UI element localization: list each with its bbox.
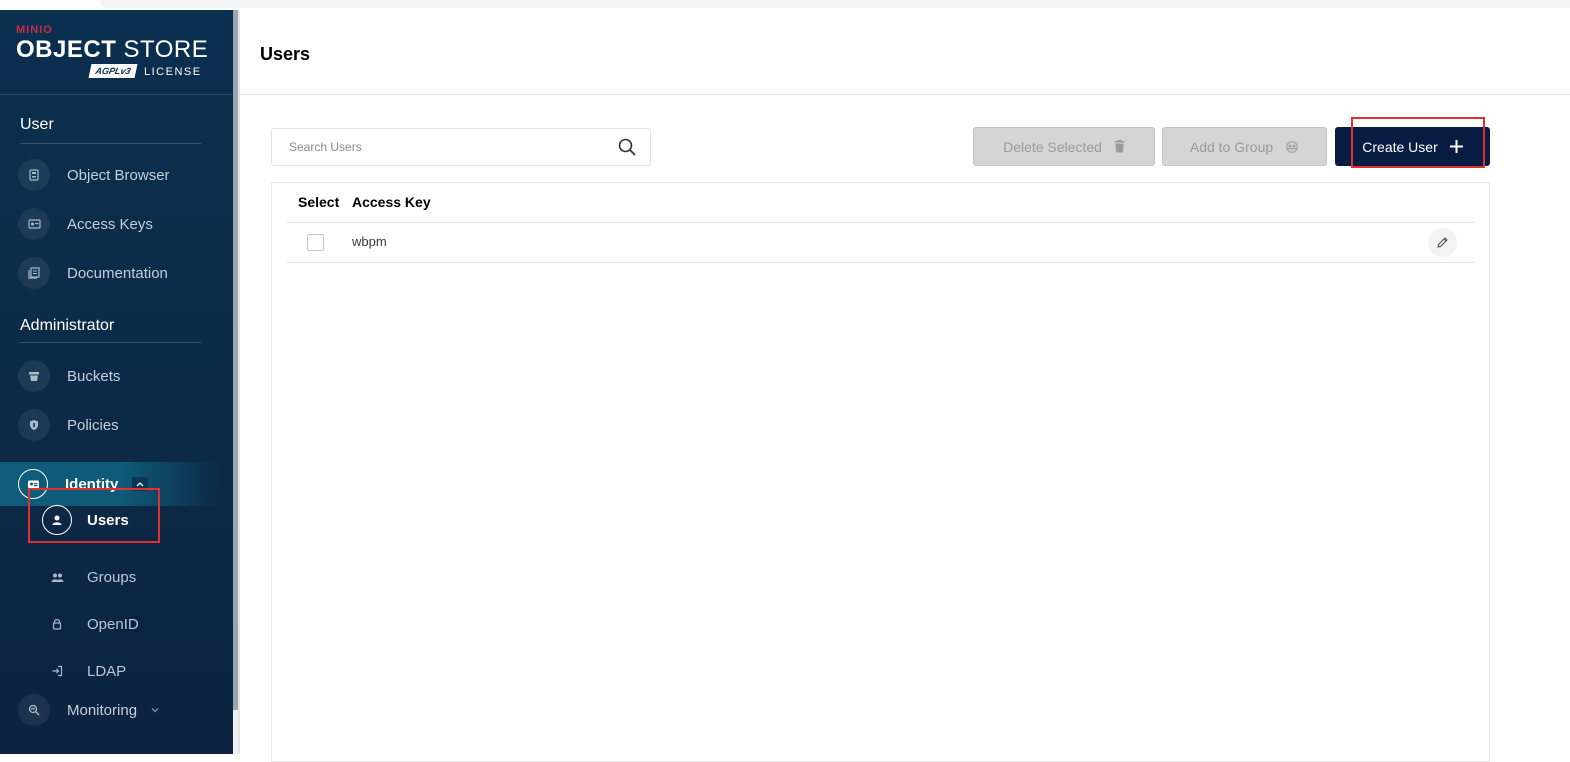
search-icon[interactable] xyxy=(618,138,636,156)
sidebar-item-label: Monitoring xyxy=(67,701,138,719)
sidebar-item-buckets[interactable]: Buckets xyxy=(18,359,218,393)
sidebar-subitem-label: OpenID xyxy=(87,615,139,633)
column-header-select[interactable]: Select xyxy=(298,194,339,210)
page-title: Users xyxy=(260,44,311,64)
divider xyxy=(20,342,201,343)
license-badge: AGPLv3 xyxy=(88,64,138,78)
pencil-icon xyxy=(1437,237,1448,248)
license-text: LICENSE xyxy=(144,66,202,78)
access-keys-icon xyxy=(18,208,50,240)
sidebar-item-object-browser[interactable]: Object Browser xyxy=(18,158,218,192)
sidebar-item-policies[interactable]: Policies xyxy=(18,408,218,442)
column-header-access-key[interactable]: Access Key xyxy=(352,194,431,210)
sidebar-subitem-label: Groups xyxy=(87,568,137,586)
sidebar-subitem-ldap[interactable]: LDAP xyxy=(42,656,222,686)
sidebar-item-label: Access Keys xyxy=(67,215,153,233)
search-input[interactable] xyxy=(272,129,612,165)
sidebar-item-label: Buckets xyxy=(67,367,121,385)
sidebar-item-label: Object Browser xyxy=(67,166,170,184)
sidebar-item-monitoring[interactable]: Monitoring xyxy=(18,693,218,727)
app-logo[interactable]: MINIO OBJECT STORE AGPLv3 LICENSE xyxy=(16,24,216,84)
add-to-group-label: Add to Group xyxy=(1189,138,1274,155)
login-icon xyxy=(42,656,72,686)
lock-icon xyxy=(42,609,72,639)
sidebar-item-documentation[interactable]: Documentation xyxy=(18,256,218,290)
users-table xyxy=(271,182,1490,762)
search-box xyxy=(271,128,651,166)
delete-selected-button[interactable]: Delete Selected xyxy=(973,127,1155,166)
groups-icon xyxy=(1285,140,1299,153)
browser-address-bar[interactable] xyxy=(100,0,1570,8)
brand-name: MINIO xyxy=(16,24,53,36)
divider xyxy=(287,222,1475,223)
divider xyxy=(0,94,233,95)
divider xyxy=(287,262,1475,263)
divider xyxy=(20,143,201,144)
sidebar-subitem-groups[interactable]: Groups xyxy=(42,562,222,592)
sidebar-subitem-label: LDAP xyxy=(87,662,127,680)
highlight-users xyxy=(28,488,160,543)
delete-selected-label: Delete Selected xyxy=(1003,138,1102,155)
sidebar-subitem-openid[interactable]: OpenID xyxy=(42,609,222,639)
row-select-checkbox[interactable] xyxy=(307,234,324,251)
divider xyxy=(238,10,240,754)
sidebar: MINIO OBJECT STORE AGPLv3 LICENSE User O… xyxy=(0,10,233,754)
bucket-icon xyxy=(18,360,50,392)
browser-top-strip xyxy=(0,0,1570,10)
groups-icon xyxy=(42,562,72,592)
chevron-down-icon[interactable] xyxy=(151,705,159,716)
highlight-create-user xyxy=(1351,117,1485,168)
shield-icon xyxy=(18,409,50,441)
add-to-group-button[interactable]: Add to Group xyxy=(1162,127,1327,166)
section-title-user: User xyxy=(20,116,54,133)
access-key-cell[interactable]: wbpm xyxy=(352,234,387,249)
monitoring-icon xyxy=(18,694,50,726)
section-title-administrator: Administrator xyxy=(20,317,115,334)
product-name: OBJECT STORE xyxy=(16,36,209,63)
object-browser-icon xyxy=(18,159,50,191)
trash-icon xyxy=(1114,140,1125,153)
sidebar-item-label: Documentation xyxy=(67,264,168,282)
documentation-icon xyxy=(18,257,50,289)
edit-user-button[interactable] xyxy=(1428,228,1457,257)
divider xyxy=(240,94,1570,95)
sidebar-item-access-keys[interactable]: Access Keys xyxy=(18,207,218,241)
sidebar-item-label: Policies xyxy=(67,416,119,434)
